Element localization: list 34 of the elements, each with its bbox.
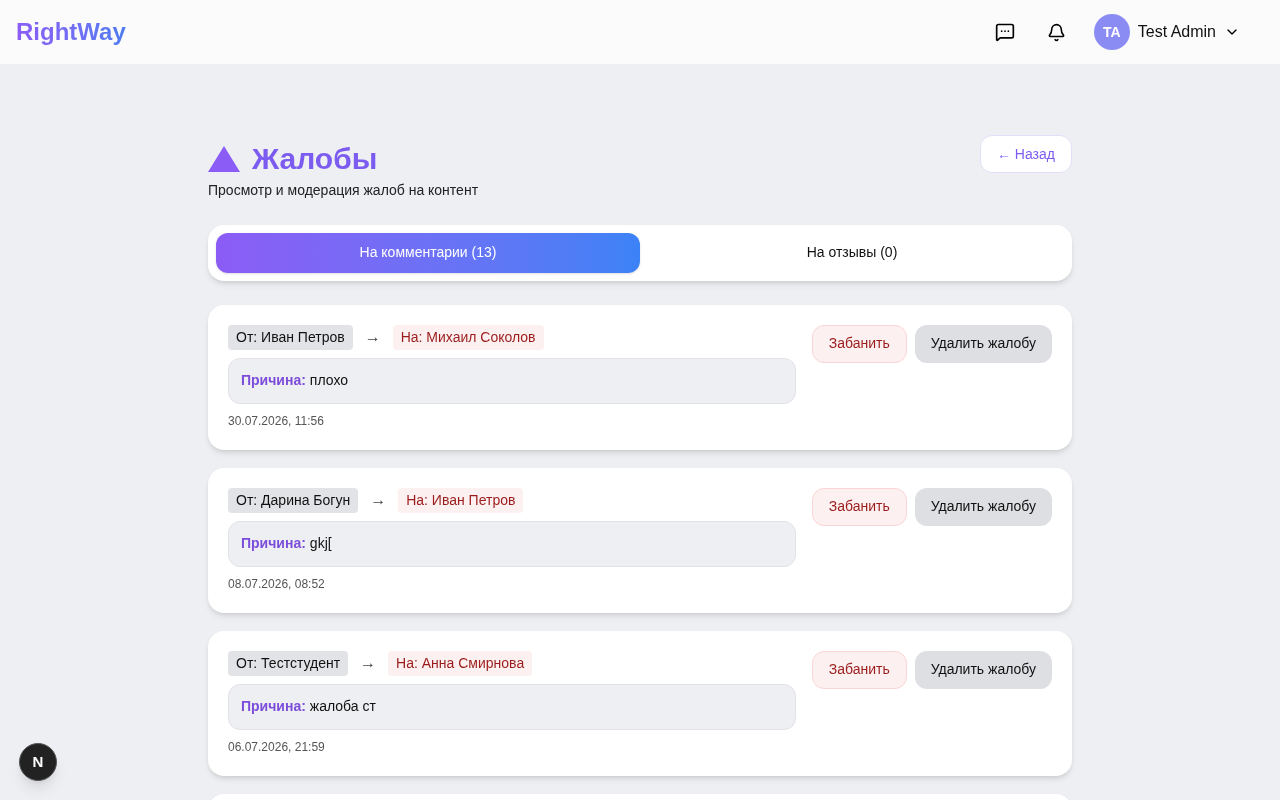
- ban-button[interactable]: Забанить: [811, 487, 907, 526]
- user-name: Test Admin: [1137, 22, 1216, 42]
- complaint-date: 30.07.2026, 11:56: [228, 412, 325, 430]
- page-subtitle: Просмотр и модерация жалоб на контент: [208, 180, 479, 200]
- delete-complaint-button[interactable]: Удалить жалобу: [914, 487, 1052, 526]
- arrow: →: [360, 653, 377, 673]
- user-menu[interactable]: TA Test Admin: [1093, 14, 1240, 50]
- author-tag: От: Тестстудент: [228, 650, 349, 676]
- target-tag: На: Михаил Соколов: [392, 324, 544, 350]
- tab[interactable]: На отзывы (0): [640, 232, 1064, 273]
- complaint-date: 06.07.2026, 21:59: [228, 738, 326, 756]
- author-tag: От: Дарина Богун: [228, 487, 359, 513]
- ban-button[interactable]: Забанить: [811, 324, 907, 363]
- author-tag: От: Иван Петров: [228, 324, 353, 350]
- arrow: →: [364, 327, 381, 347]
- ban-button[interactable]: Забанить: [811, 650, 907, 689]
- target-tag: На: Анна Смирнова: [388, 650, 533, 676]
- complaint-date: 08.07.2026, 08:52: [228, 575, 326, 593]
- reason-text: жалоба ст: [309, 697, 376, 716]
- dev-tools-badge[interactable]: N: [19, 743, 57, 781]
- reason-label: Причина:: [241, 534, 306, 553]
- tab[interactable]: На комментарии (13): [216, 232, 640, 273]
- reason-label: Причина:: [241, 371, 306, 390]
- delete-complaint-button[interactable]: Удалить жалобу: [914, 324, 1052, 363]
- triangle-icon: [208, 145, 240, 172]
- reason-text: плохо: [309, 371, 349, 390]
- target-tag: На: Иван Петров: [398, 487, 524, 513]
- page-title: Жалобы: [252, 141, 378, 177]
- back-button[interactable]: ← Назад: [980, 135, 1072, 173]
- reason-label: Причина:: [241, 697, 306, 716]
- user-avatar: TA: [1093, 14, 1130, 50]
- arrow: →: [370, 490, 387, 510]
- delete-complaint-button[interactable]: Удалить жалобу: [914, 650, 1052, 689]
- reason-text: gkj[: [309, 534, 332, 553]
